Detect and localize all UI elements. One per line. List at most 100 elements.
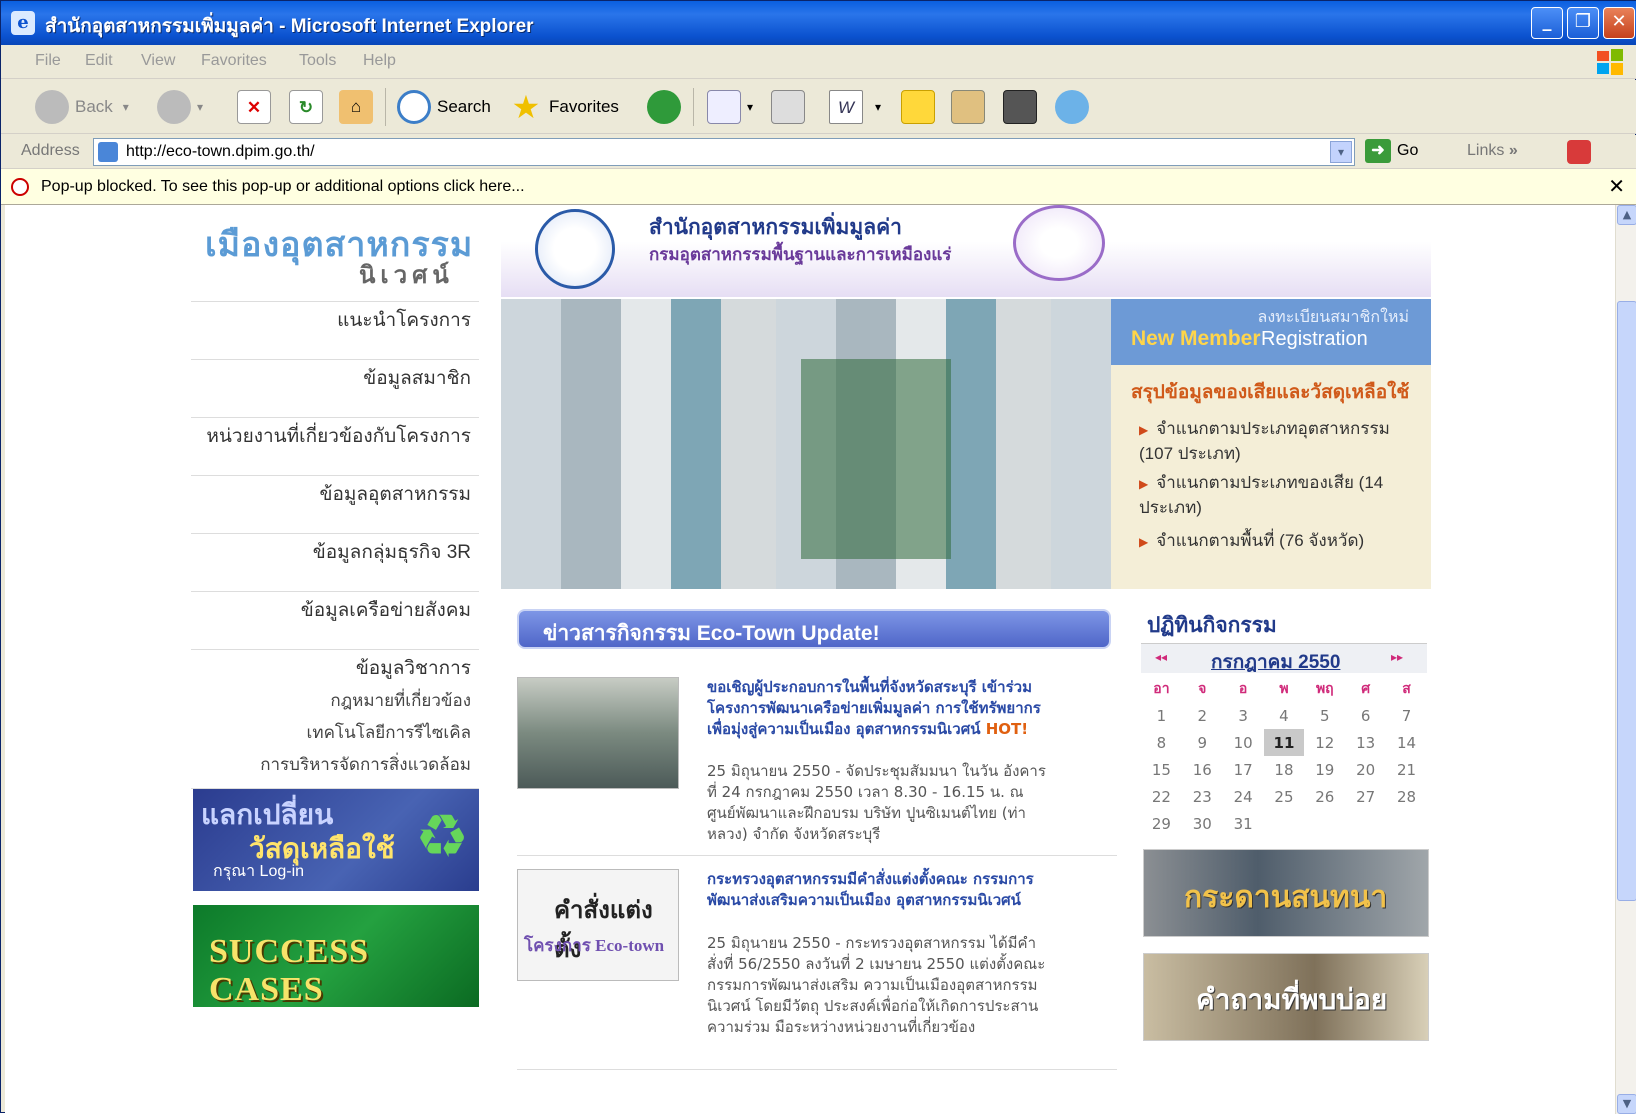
nav-item[interactable]: ข้อมูลสมาชิก [191, 359, 479, 417]
calendar-day[interactable]: 13 [1345, 729, 1386, 756]
links-button[interactable]: Links » [1467, 142, 1518, 160]
faq-banner[interactable]: คำถามที่พบบ่อย [1143, 953, 1429, 1041]
mail-button[interactable]: ▾ [707, 88, 753, 126]
calendar-day[interactable]: 12 [1304, 729, 1345, 756]
calendar-day[interactable]: 19 [1304, 756, 1345, 783]
calendar-day[interactable]: 27 [1345, 783, 1386, 810]
back-button[interactable]: Back ▾ [35, 88, 129, 126]
calendar-day[interactable]: 31 [1223, 810, 1264, 837]
calendar-day[interactable]: 6 [1345, 702, 1386, 729]
calendar-day[interactable]: 29 [1141, 810, 1182, 837]
print-button[interactable] [771, 88, 811, 126]
scroll-thumb[interactable] [1617, 301, 1636, 901]
nav-item[interactable]: แนะนำโครงการ [191, 301, 479, 359]
register-button[interactable]: ลงทะเบียนสมาชิกใหม่ New Member Registrat… [1111, 299, 1431, 365]
address-dropdown-icon[interactable]: ▾ [1330, 141, 1352, 163]
forward-button[interactable]: ▾ [157, 88, 203, 126]
maximize-button[interactable]: ❐ [1567, 7, 1599, 39]
news-header: ข่าวสารกิจกรรม Eco-Town Update! [517, 609, 1111, 649]
address-bar: Address http://eco-town.dpim.go.th/ ▾ ➜ … [1, 135, 1636, 169]
calendar-day[interactable]: 23 [1182, 783, 1223, 810]
news-thumbnail[interactable] [517, 677, 679, 789]
news-thumbnail[interactable]: คำสั่งแต่งตั้ง โครงการ Eco-town [517, 869, 679, 981]
calendar-day-today[interactable]: 11 [1263, 729, 1305, 756]
research-button[interactable] [951, 88, 991, 126]
news-title[interactable]: ขอเชิญผู้ประกอบการในพื้นที่จังหวัดสระบุร… [707, 677, 1047, 740]
menu-view[interactable]: View [141, 52, 175, 70]
calendar-day[interactable]: 5 [1304, 702, 1345, 729]
calendar-month[interactable]: กรกฎาคม 2550 [1211, 647, 1340, 677]
close-button[interactable]: ✕ [1603, 7, 1635, 39]
exchange-banner[interactable]: แลกเปลี่ยน วัสดุเหลือใช้ กรุณา Log-in ♻ [193, 789, 479, 891]
calendar-day[interactable]: 18 [1264, 756, 1305, 783]
prev-month-icon[interactable]: ◂◂ [1155, 650, 1167, 664]
calendar-day[interactable]: 2 [1182, 702, 1223, 729]
calendar-day[interactable]: 20 [1345, 756, 1386, 783]
scroll-down-icon[interactable]: ▼ [1617, 1094, 1636, 1114]
address-url[interactable]: http://eco-town.dpim.go.th/ [126, 143, 315, 161]
nav-item[interactable]: หน่วยงานที่เกี่ยวข้องกับโครงการ [191, 417, 479, 475]
summary-link[interactable]: ▶ จำแนกตามพื้นที่ (76 จังหวัด) [1139, 529, 1419, 554]
address-input[interactable]: http://eco-town.dpim.go.th/ ▾ [93, 138, 1355, 166]
menu-tools[interactable]: Tools [299, 52, 336, 70]
bullet-arrow-icon: ▶ [1139, 477, 1149, 491]
history-icon [647, 90, 681, 124]
summary-link[interactable]: ▶ จำแนกตามประเภทของเสีย (14 ประเภท) [1139, 471, 1419, 520]
go-button[interactable]: ➜ Go [1365, 139, 1418, 163]
calendar-day[interactable]: 26 [1304, 783, 1345, 810]
messenger-button[interactable] [1055, 88, 1095, 126]
mail-icon [707, 90, 741, 124]
edit-button[interactable]: W ▾ [829, 88, 881, 126]
menu-help[interactable]: Help [363, 52, 396, 70]
webboard-banner[interactable]: กระดานสนทนา [1143, 849, 1429, 937]
subnav-item[interactable]: กฎหมายที่เกี่ยวข้อง [330, 687, 471, 714]
discuss-button[interactable] [901, 88, 941, 126]
next-month-icon[interactable]: ▸▸ [1391, 650, 1403, 664]
history-button[interactable] [647, 88, 687, 126]
subnav-item[interactable]: เทคโนโลยีการรีไซเคิล [307, 719, 471, 746]
calendar-day[interactable]: 8 [1141, 729, 1182, 756]
calendar-day[interactable]: 21 [1386, 756, 1427, 783]
popup-blocked-bar[interactable]: Pop-up blocked. To see this pop-up or ad… [1, 169, 1636, 205]
calendar-day[interactable]: 14 [1386, 729, 1427, 756]
media-button[interactable] [1003, 88, 1043, 126]
calendar-day[interactable]: 16 [1182, 756, 1223, 783]
subnav-item[interactable]: การบริหารจัดการสิ่งแวดล้อม [260, 751, 471, 778]
calendar-day[interactable]: 9 [1182, 729, 1223, 756]
close-popup-bar-icon[interactable]: ✕ [1608, 174, 1625, 198]
calendar-day[interactable]: 15 [1141, 756, 1182, 783]
calendar-day[interactable]: 24 [1223, 783, 1264, 810]
calendar-day[interactable]: 28 [1386, 783, 1427, 810]
menu-edit[interactable]: Edit [85, 52, 113, 70]
minimize-button[interactable]: _ [1531, 7, 1563, 39]
calendar-day[interactable]: 30 [1182, 810, 1223, 837]
translate-icon[interactable] [1567, 140, 1591, 164]
nav-item[interactable]: ข้อมูลอุตสาหกรรม [191, 475, 479, 533]
home-button[interactable]: ⌂ [339, 88, 379, 126]
menu-favorites[interactable]: Favorites [201, 52, 267, 70]
success-cases-banner[interactable]: SUCCESS CASES [193, 905, 479, 1008]
search-button[interactable]: Search [397, 88, 491, 126]
stop-button[interactable]: ✕ [237, 88, 277, 126]
scroll-up-icon[interactable]: ▲ [1617, 205, 1636, 225]
vertical-scrollbar[interactable]: ▲ ▼ [1615, 205, 1636, 1114]
news-text: 25 มิถุนายน 2550 - กระทรวงอุตสาหกรรม ได้… [707, 934, 1046, 1036]
calendar-header: ◂◂ กรกฎาคม 2550 ▸▸ [1141, 643, 1427, 673]
menu-file[interactable]: File [35, 52, 61, 70]
calendar-day[interactable]: 17 [1223, 756, 1264, 783]
calendar-day[interactable]: 25 [1264, 783, 1305, 810]
calendar-day[interactable]: 10 [1223, 729, 1264, 756]
refresh-button[interactable]: ↻ [289, 88, 329, 126]
calendar-day[interactable]: 4 [1264, 702, 1305, 729]
nav-item-academic[interactable]: ข้อมูลวิชาการ [356, 658, 471, 679]
calendar-day[interactable]: 7 [1386, 702, 1427, 729]
popup-blocked-text[interactable]: Pop-up blocked. To see this pop-up or ad… [41, 178, 525, 196]
news-title[interactable]: กระทรวงอุตสาหกรรมมีคำสั่งแต่งตั้งคณะ กรร… [707, 869, 1047, 911]
calendar-day[interactable]: 22 [1141, 783, 1182, 810]
calendar-day[interactable]: 3 [1223, 702, 1264, 729]
favorites-button[interactable]: ★ Favorites [509, 88, 619, 126]
nav-item[interactable]: ข้อมูลกลุ่มธุรกิจ 3R [191, 533, 479, 591]
calendar-day[interactable]: 1 [1141, 702, 1182, 729]
nav-item[interactable]: ข้อมูลเครือข่ายสังคม [191, 591, 479, 649]
summary-link[interactable]: ▶ จำแนกตามประเภทอุตสาหกรรม (107 ประเภท) [1139, 417, 1419, 466]
